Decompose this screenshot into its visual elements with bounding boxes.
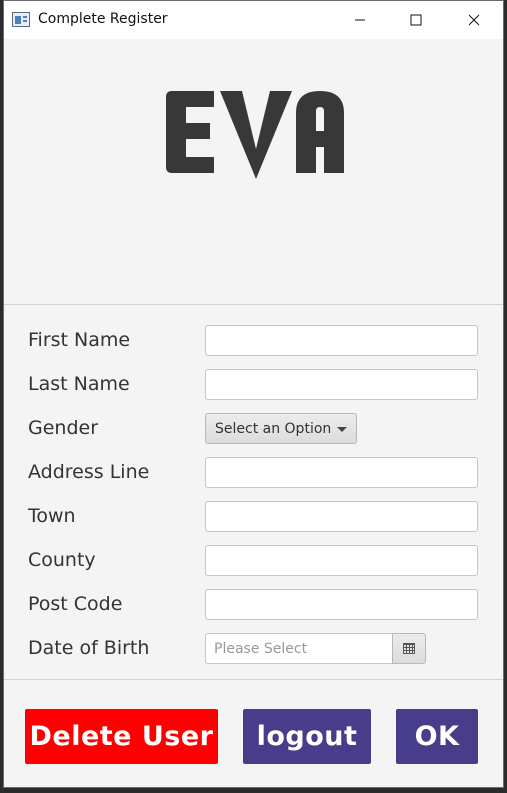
title-bar: Complete Register <box>4 1 503 39</box>
chevron-down-icon <box>337 427 347 432</box>
maximize-icon <box>410 14 422 26</box>
minimize-icon <box>355 19 365 21</box>
calendar-icon <box>403 643 415 654</box>
eva-logo <box>166 91 344 179</box>
register-window: Complete Register First Name Last Name G… <box>3 0 504 788</box>
first-name-label: First Name <box>28 329 131 351</box>
date-of-birth-row: Date of Birth <box>4 633 503 667</box>
address-line-label: Address Line <box>28 461 150 483</box>
app-window-icon <box>12 12 30 27</box>
first-name-input[interactable] <box>205 325 478 356</box>
ok-button[interactable]: OK <box>396 709 478 764</box>
post-code-label: Post Code <box>28 593 123 615</box>
last-name-row: Last Name <box>4 369 503 403</box>
gender-select[interactable]: Select an Option <box>205 413 357 444</box>
last-name-label: Last Name <box>28 373 130 395</box>
address-line-row: Address Line <box>4 457 503 491</box>
gender-label: Gender <box>28 417 99 439</box>
logout-button[interactable]: logout <box>243 709 371 764</box>
date-of-birth-label: Date of Birth <box>28 637 150 659</box>
county-label: County <box>28 549 96 571</box>
last-name-input[interactable] <box>205 369 478 400</box>
town-row: Town <box>4 501 503 535</box>
buttons-divider <box>4 679 503 680</box>
window-title: Complete Register <box>38 11 168 27</box>
post-code-row: Post Code <box>4 589 503 623</box>
maximize-button[interactable] <box>393 1 439 39</box>
logo-area <box>4 39 503 305</box>
close-button[interactable] <box>451 1 497 39</box>
minimize-button[interactable] <box>337 1 383 39</box>
town-input[interactable] <box>205 501 478 532</box>
county-row: County <box>4 545 503 579</box>
date-picker-button[interactable] <box>392 633 426 664</box>
town-label: Town <box>28 505 76 527</box>
delete-user-button[interactable]: Delete User <box>25 709 218 764</box>
post-code-input[interactable] <box>205 589 478 620</box>
county-input[interactable] <box>205 545 478 576</box>
date-of-birth-input[interactable] <box>205 633 393 664</box>
address-line-input[interactable] <box>205 457 478 488</box>
gender-selected-value: Select an Option <box>215 420 332 437</box>
close-icon <box>468 14 480 26</box>
first-name-row: First Name <box>4 325 503 359</box>
gender-row: Gender Select an Option <box>4 413 503 447</box>
